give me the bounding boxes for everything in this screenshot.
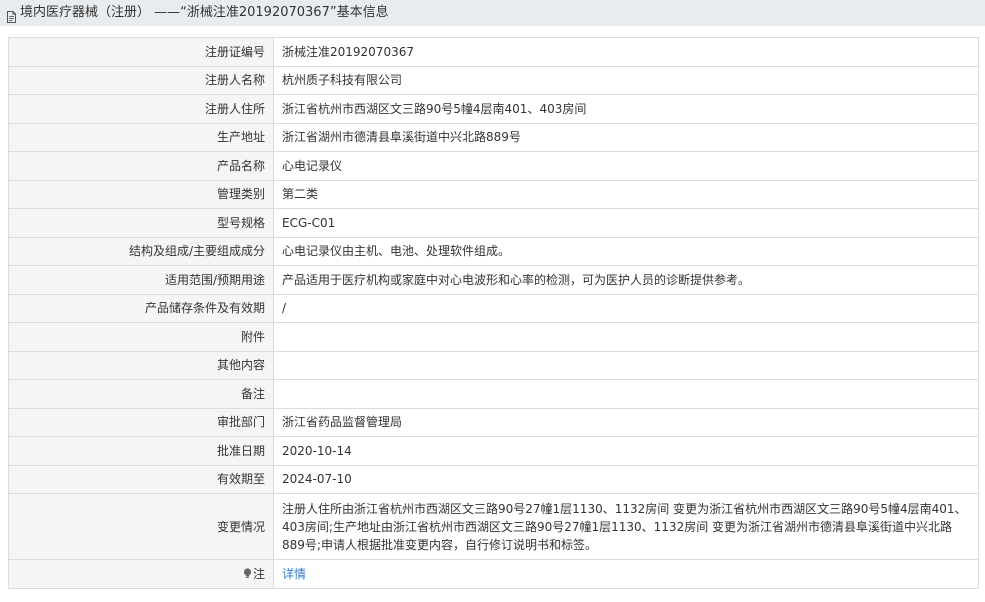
table-row: 附件 — [8, 322, 979, 352]
table-row: 注册人名称 杭州质子科技有限公司 — [8, 65, 979, 95]
table-row: 结构及组成/主要组成成分 心电记录仪由主机、电池、处理软件组成。 — [8, 236, 979, 266]
table-row: 管理类别 第二类 — [8, 179, 979, 209]
row-value: 2020-10-14 — [273, 436, 979, 466]
row-label: 注册人名称 — [8, 65, 274, 95]
row-value: 浙械注准20192070367 — [273, 37, 979, 67]
lightbulb-icon — [243, 566, 252, 578]
row-value-change: 注册人住所由浙江省杭州市西湖区文三路90号27幢1层1130、1132房间 变更… — [273, 493, 979, 560]
row-label: 变更情况 — [8, 493, 274, 560]
table-row-note: 注 详情 — [8, 559, 979, 589]
row-value — [273, 379, 979, 409]
info-table-footer: 变更情况 注册人住所由浙江省杭州市西湖区文三路90号27幢1层1130、1132… — [8, 493, 979, 589]
page-header: 境内医疗器械（注册） ——“浙械注准20192070367”基本信息 — [0, 0, 985, 26]
table-row: 有效期至 2024-07-10 — [8, 464, 979, 494]
row-value: 第二类 — [273, 179, 979, 209]
row-label: 批准日期 — [8, 436, 274, 466]
row-label: 其他内容 — [8, 350, 274, 380]
row-value-note: 详情 — [273, 559, 979, 589]
row-value: 2024-07-10 — [273, 464, 979, 494]
details-link[interactable]: 详情 — [282, 567, 306, 581]
row-label: 注册证编号 — [8, 37, 274, 67]
table-row-change: 变更情况 注册人住所由浙江省杭州市西湖区文三路90号27幢1层1130、1132… — [8, 493, 979, 560]
row-value: 产品适用于医疗机构或家庭中对心电波形和心率的检测，可为医护人员的诊断提供参考。 — [273, 265, 979, 295]
row-label: 审批部门 — [8, 407, 274, 437]
info-table: 注册证编号 浙械注准20192070367 注册人名称 杭州质子科技有限公司 注册人住所… — [8, 37, 979, 589]
row-value: / — [273, 293, 979, 323]
table-row: 生产地址 浙江省湖州市德清县阜溪街道中兴北路889号 — [8, 122, 979, 152]
row-value: ECG-C01 — [273, 208, 979, 238]
row-value — [273, 322, 979, 352]
note-label: 注 — [252, 566, 265, 581]
row-label: 附件 — [8, 322, 274, 352]
table-row: 产品储存条件及有效期 / — [8, 293, 979, 323]
table-row: 注册证编号 浙械注准20192070367 — [8, 37, 979, 67]
row-value: 杭州质子科技有限公司 — [273, 65, 979, 95]
table-row: 注册人住所 浙江省杭州市西湖区文三路90号5幢4层南401、403房间 — [8, 94, 979, 124]
table-row: 型号规格 ECG-C01 — [8, 208, 979, 238]
row-label-note: 注 — [8, 559, 274, 589]
row-label: 产品名称 — [8, 151, 274, 181]
row-label: 注册人住所 — [8, 94, 274, 124]
row-label: 生产地址 — [8, 122, 274, 152]
table-row: 批准日期 2020-10-14 — [8, 436, 979, 466]
row-value: 心电记录仪由主机、电池、处理软件组成。 — [273, 236, 979, 266]
document-icon — [6, 7, 17, 23]
table-row: 其他内容 — [8, 350, 979, 380]
table-row: 产品名称 心电记录仪 — [8, 151, 979, 181]
row-label: 有效期至 — [8, 464, 274, 494]
row-label: 结构及组成/主要组成成分 — [8, 236, 274, 266]
row-value: 浙江省杭州市西湖区文三路90号5幢4层南401、403房间 — [273, 94, 979, 124]
info-table-container: 注册证编号 浙械注准20192070367 注册人名称 杭州质子科技有限公司 注册人住所… — [0, 26, 985, 589]
table-row: 适用范围/预期用途 产品适用于医疗机构或家庭中对心电波形和心率的检测，可为医护人员… — [8, 265, 979, 295]
row-value: 浙江省药品监督管理局 — [273, 407, 979, 437]
row-label: 型号规格 — [8, 208, 274, 238]
info-table-body: 注册证编号 浙械注准20192070367 注册人名称 杭州质子科技有限公司 注册人住所… — [8, 37, 979, 494]
row-label: 适用范围/预期用途 — [8, 265, 274, 295]
row-value: 心电记录仪 — [273, 151, 979, 181]
row-value: 浙江省湖州市德清县阜溪街道中兴北路889号 — [273, 122, 979, 152]
page-title: 境内医疗器械（注册） ——“浙械注准20192070367”基本信息 — [20, 5, 389, 20]
table-row: 备注 — [8, 379, 979, 409]
row-label: 备注 — [8, 379, 274, 409]
row-label: 管理类别 — [8, 179, 274, 209]
row-label: 产品储存条件及有效期 — [8, 293, 274, 323]
row-value — [273, 350, 979, 380]
table-row: 审批部门 浙江省药品监督管理局 — [8, 407, 979, 437]
